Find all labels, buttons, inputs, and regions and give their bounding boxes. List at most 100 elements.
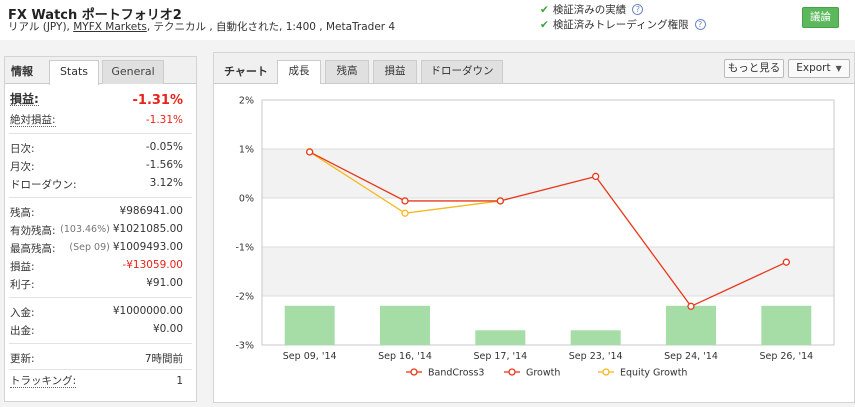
stat-note: (103.46%) [60, 224, 110, 235]
stat-deposits: 入金: ¥1000000.00 [5, 303, 196, 321]
divider [9, 133, 192, 134]
plot-border [261, 99, 835, 346]
x-tick-label: Sep 16, '14 [378, 351, 432, 362]
stat-interest: 利子: ¥91.00 [5, 275, 196, 293]
y-tick-label: 1% [239, 145, 254, 156]
legend-marker [602, 368, 610, 376]
tab-profit[interactable]: 損益 [373, 60, 417, 83]
verified-trading-label: 検証済みトレーディング権限 [552, 19, 689, 31]
export-label: Export [796, 62, 831, 74]
stat-value: ¥986941.00 [119, 205, 183, 217]
account-type: リアル (JPY), [8, 21, 70, 33]
data-point [687, 302, 695, 310]
tab-stats[interactable]: Stats [49, 60, 99, 85]
stat-value: -0.05% [145, 141, 183, 153]
stat-withdrawals: 出金: ¥0.00 [5, 321, 196, 339]
bar [570, 330, 621, 345]
stat-value: (Sep 09) ¥1009493.00 [69, 241, 183, 253]
stat-equity: 有効残高: (103.46%) ¥1021085.00 [5, 221, 196, 239]
data-point [496, 197, 504, 205]
stat-value: ¥0.00 [152, 323, 183, 335]
stat-highest-balance: 最高残高: (Sep 09) ¥1009493.00 [5, 239, 196, 257]
y-tick-label: 0% [239, 194, 254, 205]
divider [9, 297, 192, 298]
stat-label: 出金: [10, 325, 35, 337]
tracking-link[interactable]: トラッキング: [10, 375, 77, 388]
account-info: リアル (JPY), MYFX Markets, テクニカル , 自動化された,… [8, 19, 395, 34]
stat-label: 損益: [10, 261, 35, 273]
x-tick-label: Sep 23, '14 [569, 351, 623, 362]
bar [761, 305, 812, 345]
legend-marker [410, 368, 418, 376]
stat-value: (103.46%) ¥1021085.00 [60, 223, 183, 235]
x-tick-label: Sep 26, '14 [759, 351, 813, 362]
info-tabs: 情報 Stats General [5, 57, 196, 85]
more-button[interactable]: もっと見る [724, 59, 784, 78]
tab-growth[interactable]: 成長 [277, 60, 321, 84]
stat-amount: ¥1009493.00 [112, 241, 183, 253]
stat-value: -1.31% [132, 93, 184, 108]
divider [9, 369, 192, 370]
stat-note: (Sep 09) [69, 242, 110, 253]
verified-track-record: ✔ 検証済みの実績? [540, 2, 644, 17]
broker-link[interactable]: MYFX Markets [73, 21, 147, 33]
stat-value: -1.31% [145, 114, 183, 126]
info-panel: 情報 Stats General 損益: -1.31% 絶対損益: -1.31%… [4, 56, 197, 402]
verified-track-label: 検証済みの実績 [552, 4, 627, 16]
chart-tabs: チャート 成長 残高 損益 ドローダウン もっと見る Export ▼ [214, 53, 854, 84]
tab-drawdown[interactable]: ドローダウン [421, 60, 503, 83]
stat-drawdown: ドローダウン: 3.12% [5, 175, 196, 193]
divider [9, 197, 192, 198]
stat-value: ¥91.00 [146, 277, 183, 289]
x-tick-label: Sep 24, '14 [664, 351, 718, 362]
legend-label: Growth [526, 368, 560, 379]
stat-label: ドローダウン: [10, 179, 77, 191]
stat-value: -¥13059.00 [122, 259, 183, 271]
stat-label: 入金: [10, 307, 35, 319]
stat-label: 更新: [10, 353, 35, 365]
stat-label: 日次: [10, 143, 35, 155]
divider [9, 343, 192, 344]
chart-heading: チャート [224, 65, 268, 78]
stat-amount: ¥1021085.00 [112, 223, 183, 235]
stat-balance: 残高: ¥986941.00 [5, 203, 196, 221]
stat-value: 3.12% [149, 177, 183, 189]
header: FX Watch ポートフォリオ2 リアル (JPY), MYFX Market… [0, 0, 855, 40]
x-tick-label: Sep 17, '14 [473, 351, 527, 362]
data-point [306, 148, 314, 156]
y-tick-label: -2% [236, 292, 255, 303]
stat-label: 利子: [10, 279, 35, 291]
info-heading: 情報 [11, 65, 33, 78]
data-point [401, 197, 409, 205]
export-button[interactable]: Export ▼ [788, 59, 850, 78]
check-icon: ✔ [540, 4, 549, 16]
verified-trading-privileges: ✔ 検証済みトレーディング権限? [540, 17, 706, 32]
stat-label: 有効残高: [10, 225, 56, 237]
data-point [401, 209, 409, 217]
growth-chart: 2% 1% 0% -1% -2% -3% Sep 09, '14 Sep 16, '14 Sep… [236, 96, 835, 379]
chevron-down-icon: ▼ [835, 64, 842, 73]
legend-label: BandCross3 [428, 368, 484, 379]
help-icon[interactable]: ? [632, 4, 644, 15]
y-tick-label: -1% [236, 243, 255, 254]
legend-marker [508, 368, 516, 376]
chart-panel: チャート 成長 残高 損益 ドローダウン もっと見る Export ▼ 2% 1% 0… [213, 52, 855, 403]
stat-value: ¥1000000.00 [112, 305, 183, 317]
check-icon: ✔ [540, 19, 549, 31]
stat-monthly: 月次: -1.56% [5, 157, 196, 175]
grid-band [262, 247, 834, 296]
discuss-button[interactable]: 議論 [802, 7, 839, 28]
bar [380, 305, 430, 345]
stat-value: 1 [176, 375, 183, 387]
grid-band [262, 149, 834, 198]
help-icon[interactable]: ? [694, 19, 706, 30]
data-point [782, 258, 790, 266]
tab-general[interactable]: General [102, 60, 164, 84]
bar [284, 305, 335, 345]
stat-label: 月次: [10, 161, 35, 173]
tab-balance[interactable]: 残高 [325, 60, 369, 83]
stat-absolute-gain: 絶対損益: -1.31% [5, 112, 196, 130]
data-point [592, 172, 600, 181]
bar [475, 330, 526, 345]
y-tick-label: 2% [239, 96, 254, 107]
